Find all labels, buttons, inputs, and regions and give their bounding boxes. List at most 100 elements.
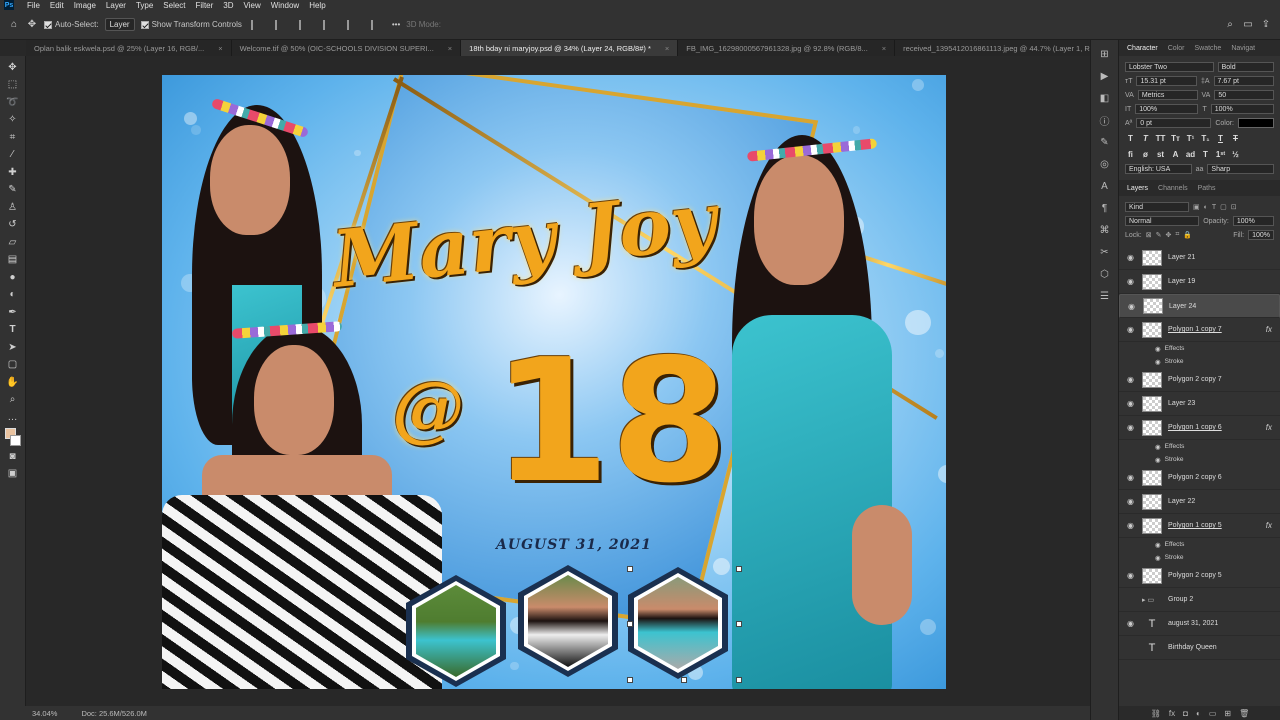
fx-icon[interactable]: fx [1266, 521, 1272, 530]
align-center-icon[interactable] [274, 19, 287, 30]
menu-item-filter[interactable]: Filter [191, 1, 219, 10]
menu-item-select[interactable]: Select [158, 1, 190, 10]
filter-type-icon[interactable]: T [1212, 204, 1216, 211]
brush-settings-icon[interactable]: ✎ [1099, 136, 1111, 148]
layer-row[interactable]: ◉ Taugust 31, 2021 [1119, 612, 1280, 636]
show-transform-controls-checkbox[interactable]: Show Transform Controls [140, 20, 242, 29]
history-icon[interactable]: ⊞ [1099, 48, 1111, 60]
tab-swatches[interactable]: Swatche [1194, 45, 1221, 52]
layer-row[interactable]: ◉ Polygon 2 copy 5 [1119, 564, 1280, 588]
gradient-icon[interactable]: ▤ [7, 253, 19, 267]
filter-smart-icon[interactable]: ⊡ [1231, 203, 1237, 211]
layer-row[interactable]: ◉ Polygon 2 copy 6 [1119, 466, 1280, 490]
filter-shape-icon[interactable]: ▢ [1220, 203, 1227, 211]
visibility-eye-icon[interactable]: ◉ [1155, 345, 1161, 353]
document-tab[interactable]: FB_IMG_16298000567961328.jpg @ 92.8% (RG… [678, 40, 896, 56]
align-bottom-icon[interactable] [370, 19, 383, 30]
document-canvas[interactable]: Mary Joy @ 18 AUGUST 31, 2021 [162, 75, 946, 689]
new-layer-icon[interactable]: ⊞ [1224, 709, 1231, 718]
crop-icon[interactable]: ⌗ [7, 130, 19, 144]
lock-pixels-icon[interactable]: ✎ [1156, 231, 1162, 239]
layer-effect-row[interactable]: ◉ Stroke [1119, 355, 1280, 368]
visibility-eye-icon[interactable]: ◉ [1127, 497, 1136, 506]
tab-color[interactable]: Color [1168, 45, 1185, 52]
fx-icon[interactable]: fx [1266, 423, 1272, 432]
transform-handle[interactable] [627, 677, 633, 683]
healing-brush-icon[interactable]: ✚ [7, 165, 19, 179]
close-tab-icon[interactable]: × [665, 44, 669, 53]
layer-effect-row[interactable]: ◉ Effects [1119, 440, 1280, 453]
delete-layer-icon[interactable]: 🗑 [1239, 709, 1249, 718]
link-layers-icon[interactable]: ⛓ [1151, 709, 1161, 718]
superscript-icon[interactable]: T¹ [1185, 134, 1196, 143]
visibility-eye-icon[interactable]: ◉ [1127, 571, 1136, 580]
font-style-select[interactable]: Bold [1217, 62, 1274, 72]
shape-icon[interactable]: ▢ [7, 358, 19, 372]
type-icon[interactable]: T [7, 323, 19, 337]
search-icon[interactable]: ⌕ [1224, 18, 1236, 32]
layer-row[interactable]: ◉ Polygon 1 copy 6 fx [1119, 416, 1280, 440]
layer-effect-row[interactable]: ◉ Stroke [1119, 453, 1280, 466]
visibility-eye-icon[interactable]: ◉ [1127, 619, 1136, 628]
document-tab[interactable]: Oplan balik eskwela.psd @ 25% (Layer 16,… [26, 40, 232, 56]
poster-age-number[interactable]: 18 [492, 337, 729, 507]
glyphs-icon[interactable]: ⌘ [1099, 224, 1111, 236]
opentype-t-icon[interactable]: T [1200, 150, 1211, 159]
visibility-eye-icon[interactable]: ◉ [1155, 358, 1161, 366]
blend-mode-select[interactable]: Normal [1125, 216, 1200, 226]
history-brush-icon[interactable]: ↺ [7, 218, 19, 232]
align-middle-icon[interactable] [346, 19, 359, 30]
properties-icon[interactable]: ☰ [1099, 290, 1111, 302]
info-icon[interactable]: ⓘ [1099, 114, 1111, 128]
opacity-field[interactable]: 100% [1232, 216, 1274, 226]
lock-position-icon[interactable]: ✥ [1165, 231, 1171, 239]
screen-mode-icon[interactable]: ▣ [7, 467, 19, 481]
layer-effect-row[interactable]: ◉ Effects [1119, 342, 1280, 355]
visibility-eye-icon[interactable]: ◉ [1127, 277, 1136, 286]
zoom-icon[interactable]: ⌕ [7, 393, 19, 407]
blur-icon[interactable]: ● [7, 270, 19, 284]
transform-handle[interactable] [627, 566, 633, 572]
layer-row[interactable]: ◉ Polygon 1 copy 5 fx [1119, 514, 1280, 538]
visibility-eye-icon[interactable]: ◉ [1155, 541, 1161, 549]
visibility-eye-icon[interactable]: ◉ [1127, 473, 1136, 482]
lock-artboard-icon[interactable]: ⌗ [1175, 231, 1179, 239]
tab-channels[interactable]: Channels [1158, 185, 1188, 192]
font-family-select[interactable]: Lobster Two [1125, 62, 1214, 72]
share-icon[interactable]: ⇪ [1260, 18, 1272, 32]
lock-transparent-icon[interactable]: ⊠ [1146, 231, 1152, 239]
play-icon[interactable]: ▶ [1099, 70, 1111, 82]
eraser-icon[interactable]: ▱ [7, 235, 19, 249]
layer-effect-row[interactable]: ◉ Stroke [1119, 551, 1280, 564]
horizontal-scale-field[interactable]: 100% [1210, 104, 1275, 114]
visibility-eye-icon[interactable]: ◉ [1128, 302, 1137, 311]
close-tab-icon[interactable]: × [882, 44, 886, 53]
filter-adjust-icon[interactable]: ◐ [1204, 204, 1208, 211]
layer-row[interactable]: ▸ ▭ Group 2 [1119, 588, 1280, 612]
menu-item-image[interactable]: Image [69, 1, 101, 10]
visibility-eye-icon[interactable]: ◉ [1127, 253, 1136, 262]
paragraph-icon[interactable]: ¶ [1099, 202, 1111, 214]
more-tools-icon[interactable]: … [7, 410, 19, 424]
color-swatches[interactable] [4, 427, 21, 446]
tab-character[interactable]: Character [1127, 45, 1158, 52]
home-icon[interactable]: ⌂ [8, 18, 20, 32]
zoom-level[interactable]: 34.04% [32, 709, 57, 718]
auto-select-dropdown[interactable]: Layer [104, 18, 135, 31]
hand-icon[interactable]: ✋ [6, 375, 18, 389]
font-size-field[interactable]: 15.31 pt [1136, 76, 1197, 86]
photoshop-logo[interactable]: Ps [4, 0, 14, 10]
adjustment-layer-icon[interactable]: ◐ [1196, 709, 1201, 718]
strikethrough-icon[interactable]: T [1230, 134, 1241, 143]
visibility-eye-icon[interactable]: ◉ [1127, 325, 1136, 334]
faux-italic-icon[interactable]: T [1140, 134, 1151, 143]
visibility-eye-icon[interactable]: ◉ [1127, 399, 1136, 408]
workspace-icon[interactable]: ▭ [1242, 18, 1254, 32]
layer-row[interactable]: ◉ Polygon 2 copy 7 [1119, 368, 1280, 392]
align-top-icon[interactable] [322, 19, 335, 30]
tracking-field[interactable]: 50 [1214, 90, 1274, 100]
layer-filter-kind[interactable]: Kind [1125, 202, 1190, 212]
add-mask-icon[interactable]: ◘ [1183, 709, 1188, 718]
lasso-icon[interactable]: ➰ [6, 95, 18, 109]
layer-row[interactable]: T Birthday Queen [1119, 636, 1280, 660]
